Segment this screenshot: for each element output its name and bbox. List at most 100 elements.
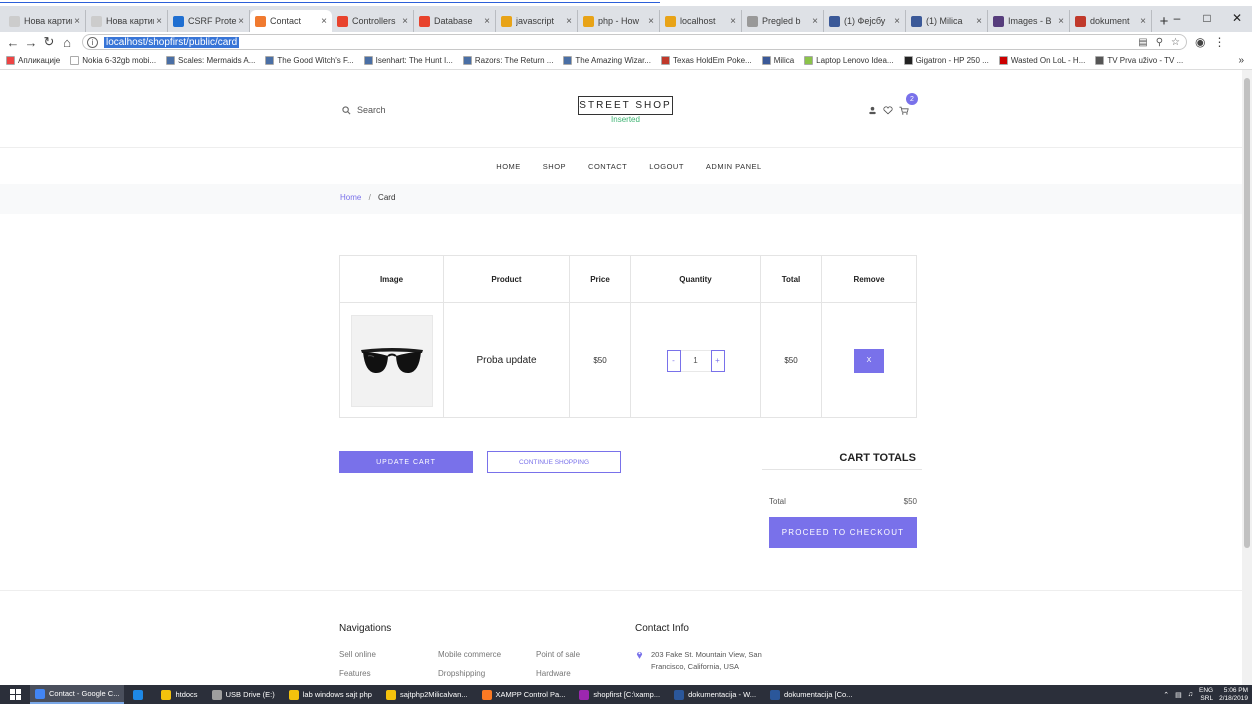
bookmark-star-icon[interactable]: ☆ (1171, 37, 1180, 48)
browser-tab[interactable]: php - How × (578, 10, 660, 32)
browser-tab[interactable]: (1) Milica × (906, 10, 988, 32)
nav-shop[interactable]: SHOP (543, 162, 566, 171)
bookmark-item[interactable]: Isenhart: The Hunt I... (363, 56, 453, 65)
browser-tab[interactable]: CSRF Prote × (168, 10, 250, 32)
footer-link-mobile-commerce[interactable]: Mobile commerce (438, 650, 501, 659)
tray-chevron-icon[interactable]: ⌃ (1163, 691, 1169, 699)
tab-close-icon[interactable]: × (1140, 16, 1146, 27)
close-window-button[interactable]: ✕ (1222, 8, 1252, 28)
browser-tab[interactable]: Controllers × (332, 10, 414, 32)
windows-start-button[interactable] (0, 685, 30, 704)
tab-close-icon[interactable]: × (730, 16, 736, 27)
scrollbar-thumb[interactable] (1244, 78, 1250, 548)
bookmark-item[interactable]: The Good Witch's F... (265, 56, 354, 65)
browser-tab[interactable]: Database × (414, 10, 496, 32)
nav-contact[interactable]: CONTACT (588, 162, 627, 171)
tab-close-icon[interactable]: × (402, 16, 408, 27)
footer-link-features[interactable]: Features (339, 669, 371, 678)
home-button[interactable]: ⌂ (58, 33, 76, 51)
bookmark-item[interactable]: Razors: The Return ... (462, 56, 553, 65)
footer-link-dropshipping[interactable]: Dropshipping (438, 669, 485, 678)
bookmark-item[interactable]: Апликације (6, 56, 60, 65)
footer-link-hardware[interactable]: Hardware (536, 669, 571, 678)
quantity-increase-button[interactable]: + (710, 349, 725, 372)
bookmark-item[interactable]: TV Prva uživo - TV ... (1095, 56, 1183, 65)
bookmark-item[interactable]: Texas HoldEm Poke... (661, 56, 752, 65)
tab-close-icon[interactable]: × (976, 16, 982, 27)
browser-tab[interactable]: Нова картица× (86, 10, 168, 32)
browser-tab[interactable]: dokument × (1070, 10, 1152, 32)
update-cart-button[interactable]: UPDATE CART (339, 451, 473, 473)
footer-link-point-of-sale[interactable]: Point of sale (536, 650, 580, 659)
browser-tab[interactable]: Pregled b × (742, 10, 824, 32)
tab-close-icon[interactable]: × (812, 16, 818, 27)
tab-close-icon[interactable]: × (894, 16, 900, 27)
translate-icon[interactable]: ▤ (1138, 37, 1147, 48)
browser-tab[interactable]: (1) Фејсбу × (824, 10, 906, 32)
user-icon[interactable] (868, 106, 877, 115)
remove-item-button[interactable]: X (854, 348, 884, 373)
quantity-decrease-button[interactable]: - (666, 349, 681, 372)
back-button[interactable]: ← (4, 33, 22, 51)
site-logo[interactable]: STREET SHOP (578, 96, 673, 115)
continue-shopping-button[interactable]: CONTINUE SHOPPING (487, 451, 621, 473)
taskbar-item[interactable] (128, 685, 152, 704)
nav-logout[interactable]: LOGOUT (649, 162, 684, 171)
tab-close-icon[interactable]: × (321, 16, 327, 27)
forward-button[interactable]: → (22, 33, 40, 51)
nav-home[interactable]: HOME (496, 162, 521, 171)
bookmark-item[interactable]: Scales: Mermaids A... (166, 56, 255, 65)
browser-tab[interactable]: Нова картица× (4, 10, 86, 32)
footer-link-sell-online[interactable]: Sell online (339, 650, 376, 659)
zoom-icon[interactable]: ⚲ (1156, 37, 1163, 48)
volume-icon[interactable]: ♫ (1188, 691, 1193, 698)
site-search[interactable]: Search (342, 105, 386, 115)
extension-icon[interactable]: ◉ (1195, 35, 1205, 49)
site-info-icon[interactable]: i (87, 36, 98, 48)
bookmarks-overflow-icon[interactable]: » (1238, 55, 1252, 66)
maximize-button[interactable]: □ (1192, 8, 1222, 28)
url-input[interactable]: i localhost/shopfirst/public/card ▤ ⚲ ☆ (82, 34, 1187, 50)
reload-button[interactable]: ↻ (40, 33, 58, 51)
proceed-to-checkout-button[interactable]: PROCEED TO CHECKOUT (769, 517, 917, 548)
bookmark-item[interactable]: Wasted On LoL - H... (998, 56, 1085, 65)
taskbar-item[interactable]: XAMPP Control Pa... (477, 685, 571, 704)
network-icon[interactable]: ▤ (1175, 691, 1182, 699)
taskbar-item[interactable]: dokumentacija - W... (669, 685, 761, 704)
taskbar-item[interactable]: sajtphp2Milicalvan... (381, 685, 473, 704)
language-indicator[interactable]: ENG SRL (1199, 687, 1213, 703)
minimize-button[interactable]: – (1162, 8, 1192, 28)
bookmark-item[interactable]: Nokia 6-32gb mobi... (70, 56, 156, 65)
browser-tab[interactable]: Images - B × (988, 10, 1070, 32)
tab-close-icon[interactable]: × (238, 16, 244, 27)
tab-close-icon[interactable]: × (156, 16, 162, 27)
clock[interactable]: 5:06 PM 2/18/2019 (1219, 687, 1248, 703)
taskbar-item[interactable]: dokumentacija [Co... (765, 685, 857, 704)
breadcrumb-home-link[interactable]: Home (340, 193, 361, 202)
bookmark-label: Isenhart: The Hunt I... (375, 56, 453, 65)
taskbar-item[interactable]: htdocs (156, 685, 202, 704)
browser-tab[interactable]: javascript × (496, 10, 578, 32)
bookmark-item[interactable]: Laptop Lenovo Idea... (804, 56, 894, 65)
nav-admin-panel[interactable]: ADMIN PANEL (706, 162, 762, 171)
tab-close-icon[interactable]: × (1058, 16, 1064, 27)
cart-icon[interactable] (899, 106, 909, 115)
bookmark-item[interactable]: The Amazing Wizar... (563, 56, 651, 65)
bookmark-item[interactable]: Milica (761, 56, 794, 65)
tab-close-icon[interactable]: × (74, 16, 80, 27)
tab-close-icon[interactable]: × (566, 16, 572, 27)
taskbar-item[interactable]: Contact - Google C... (30, 685, 125, 704)
tab-close-icon[interactable]: × (648, 16, 654, 27)
taskbar-item-label: dokumentacija [Co... (784, 690, 853, 699)
taskbar-item[interactable]: USB Drive (E:) (207, 685, 280, 704)
browser-tab[interactable]: Contact × (250, 10, 332, 32)
page-scrollbar[interactable] (1242, 70, 1252, 685)
tab-close-icon[interactable]: × (484, 16, 490, 27)
quantity-input[interactable]: 1 (680, 349, 711, 372)
taskbar-item[interactable]: shopfirst [C:\xamp... (574, 685, 665, 704)
heart-icon[interactable] (883, 106, 893, 115)
browser-tab[interactable]: localhost × (660, 10, 742, 32)
taskbar-item[interactable]: lab windows sajt php (284, 685, 377, 704)
menu-icon[interactable]: ⋮ (1213, 35, 1225, 49)
bookmark-item[interactable]: Gigatron - HP 250 ... (903, 56, 989, 65)
